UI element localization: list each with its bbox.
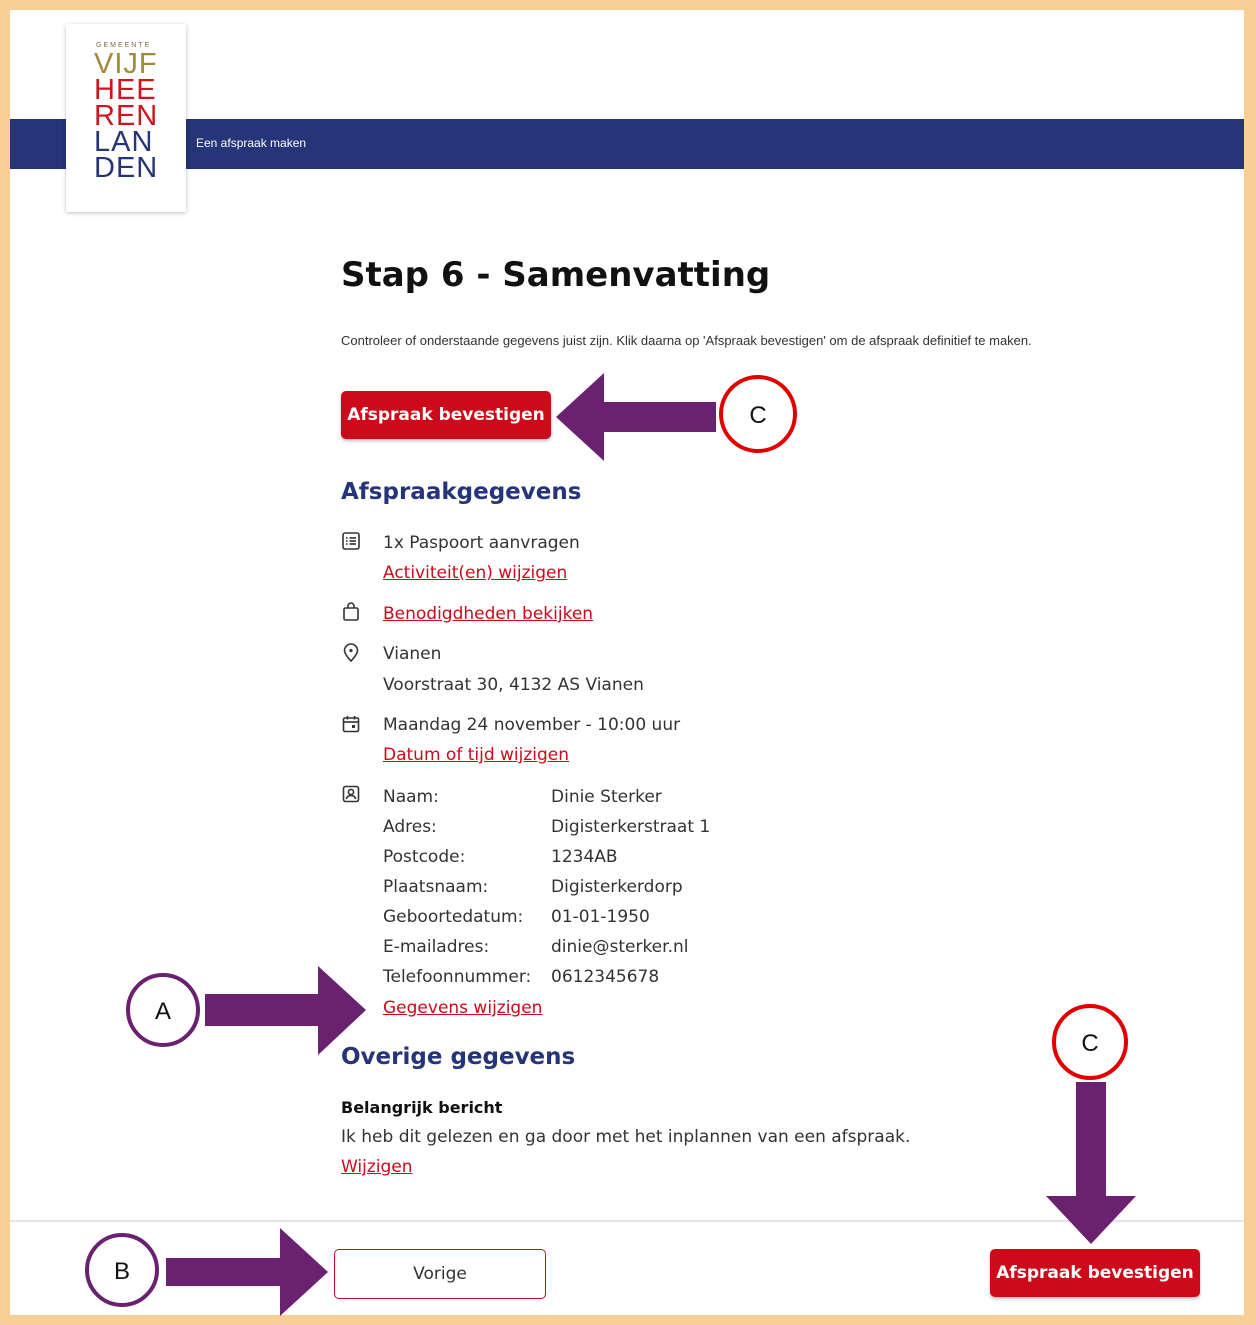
personal-label-email: E-mailadres:: [383, 937, 490, 957]
header-title: Een afspraak maken: [196, 136, 307, 150]
change-activities-link[interactable]: Activiteit(en) wijzigen: [383, 563, 567, 583]
personal-value-phone: 0612345678: [551, 967, 660, 987]
appointment-details-heading: Afspraakgegevens: [341, 479, 582, 505]
activity-text: 1x Paspoort aanvragen: [383, 533, 580, 553]
page-title: Stap 6 - Samenvatting: [341, 255, 771, 295]
location-name: Vianen: [383, 644, 442, 664]
intro-text: Controleer of onderstaande gegevens juis…: [341, 333, 1032, 348]
other-details-heading: Overige gegevens: [341, 1044, 576, 1070]
personal-value-email: dinie@sterker.nl: [551, 937, 689, 957]
header-bar: Een afspraak maken: [10, 119, 1244, 169]
change-details-link[interactable]: Gegevens wijzigen: [383, 998, 542, 1018]
personal-label-address: Adres:: [383, 817, 437, 837]
change-message-link[interactable]: Wijzigen: [341, 1157, 413, 1177]
personal-label-city: Plaatsnaam:: [383, 877, 489, 897]
confirm-appointment-button-top[interactable]: Afspraak bevestigen: [341, 391, 551, 439]
important-message-title: Belangrijk bericht: [341, 1098, 503, 1117]
municipality-logo[interactable]: GEMEENTE VIJF HEE REN LAN DEN: [66, 24, 186, 212]
location-address: Voorstraat 30, 4132 AS Vianen: [383, 675, 644, 695]
personal-value-postcode: 1234AB: [551, 847, 618, 867]
personal-label-name: Naam:: [383, 787, 439, 807]
view-requirements-link[interactable]: Benodigdheden bekijken: [383, 604, 593, 624]
shopping-bag-icon: [343, 602, 359, 621]
contact-card-icon: [342, 785, 360, 803]
confirm-appointment-button-bottom[interactable]: Afspraak bevestigen: [990, 1249, 1200, 1297]
personal-value-city: Digisterkerdorp: [551, 877, 683, 897]
change-datetime-link[interactable]: Datum of tijd wijzigen: [383, 745, 569, 765]
location-pin-icon: [343, 643, 359, 663]
personal-label-postcode: Postcode:: [383, 847, 466, 867]
footer-divider: [10, 1220, 1244, 1222]
personal-value-address: Digisterkerstraat 1: [551, 817, 711, 837]
logo-line-5: DEN: [94, 152, 159, 184]
calendar-icon: [342, 716, 360, 733]
list-icon: [342, 532, 360, 550]
important-message-text: Ik heb dit gelezen en ga door met het in…: [341, 1127, 911, 1147]
page-frame: Een afspraak maken GEMEENTE VIJF HEE REN…: [10, 10, 1244, 1315]
appointment-datetime: Maandag 24 november - 10:00 uur: [383, 715, 681, 735]
personal-value-name: Dinie Sterker: [551, 787, 662, 807]
personal-label-phone: Telefoonnummer:: [383, 967, 532, 987]
personal-value-birthdate: 01-01-1950: [551, 907, 650, 927]
previous-button[interactable]: Vorige: [334, 1249, 546, 1299]
personal-label-birthdate: Geboortedatum:: [383, 907, 524, 927]
